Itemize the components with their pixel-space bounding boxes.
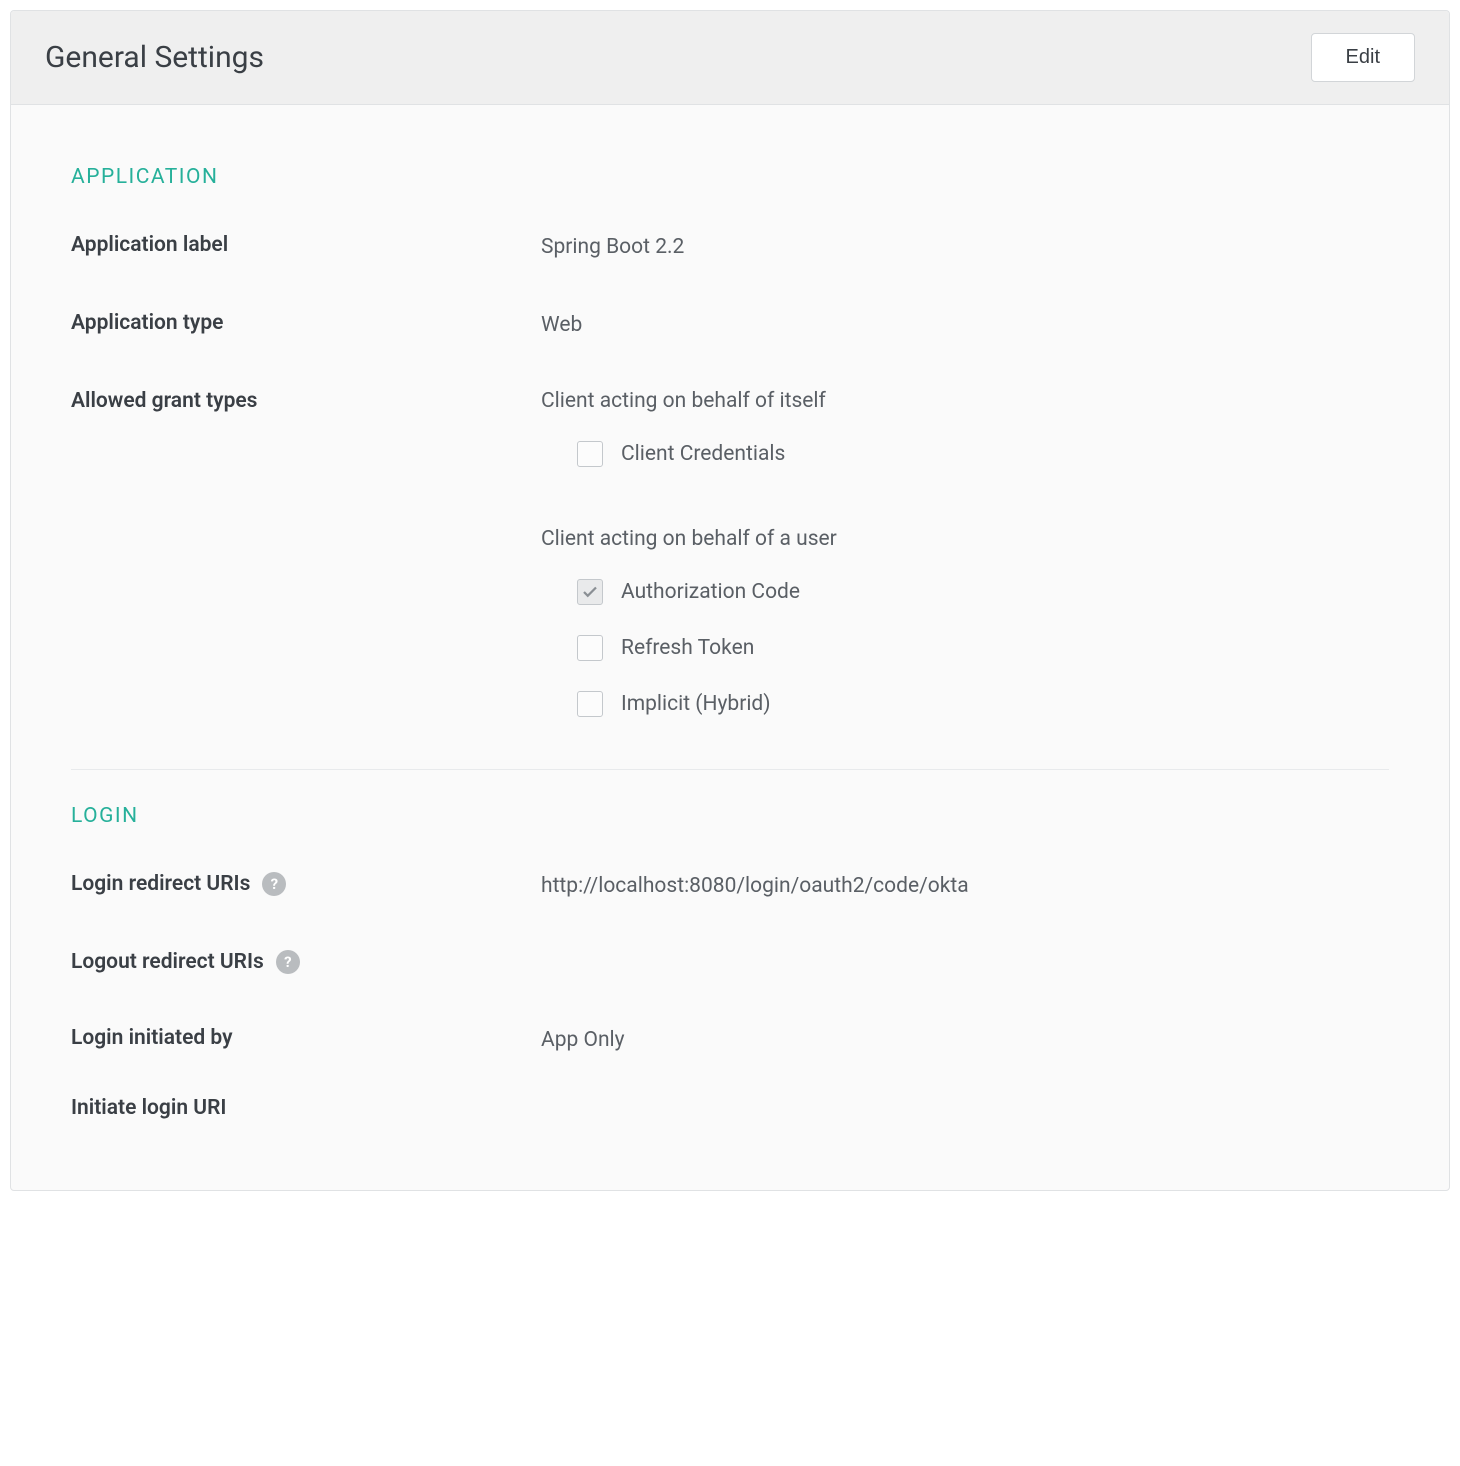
- field-label-login-redirect-uris: Login redirect URIs ?: [71, 872, 541, 896]
- checkbox-box-client-credentials[interactable]: [577, 441, 603, 467]
- field-label-text-logout-redirect-uris: Logout redirect URIs: [71, 950, 264, 974]
- section-heading-login: LOGIN: [71, 804, 1389, 828]
- checkbox-refresh-token[interactable]: Refresh Token: [577, 635, 1389, 661]
- field-login-redirect-uris: Login redirect URIs ? http://localhost:8…: [71, 872, 1389, 898]
- grant-types-section: Client acting on behalf of itself Client…: [541, 389, 1389, 717]
- field-label-login-initiated-by: Login initiated by: [71, 1026, 541, 1050]
- panel-body: APPLICATION Application label Spring Boo…: [11, 105, 1449, 1190]
- field-value-login-redirect-uris: http://localhost:8080/login/oauth2/code/…: [541, 872, 969, 898]
- field-label-allowed-grant-types: Allowed grant types: [71, 389, 541, 413]
- field-application-type: Application type Web: [71, 311, 1389, 337]
- edit-button[interactable]: Edit: [1311, 33, 1415, 82]
- checkbox-box-refresh-token[interactable]: [577, 635, 603, 661]
- field-label-logout-redirect-uris: Logout redirect URIs ?: [71, 950, 541, 974]
- question-mark-icon: ?: [271, 875, 278, 893]
- checkbox-label-refresh-token: Refresh Token: [621, 636, 754, 660]
- field-label-application-type: Application type: [71, 311, 541, 335]
- field-value-login-initiated-by: App Only: [541, 1026, 625, 1052]
- checkbox-implicit-hybrid[interactable]: Implicit (Hybrid): [577, 691, 1389, 717]
- section-heading-application: APPLICATION: [71, 165, 1389, 189]
- field-initiate-login-uri: Initiate login URI: [71, 1096, 1389, 1120]
- general-settings-panel: General Settings Edit APPLICATION Applic…: [10, 10, 1450, 1191]
- checkbox-box-implicit-hybrid[interactable]: [577, 691, 603, 717]
- checkbox-box-authorization-code[interactable]: [577, 579, 603, 605]
- field-value-application-label: Spring Boot 2.2: [541, 233, 684, 259]
- checkbox-label-authorization-code: Authorization Code: [621, 580, 800, 604]
- field-label-application-label: Application label: [71, 233, 541, 257]
- checkbox-label-implicit-hybrid: Implicit (Hybrid): [621, 692, 771, 716]
- help-icon[interactable]: ?: [262, 872, 286, 896]
- question-mark-icon: ?: [284, 953, 291, 971]
- grant-group-user-label: Client acting on behalf of a user: [541, 527, 1389, 551]
- panel-title: General Settings: [45, 40, 264, 75]
- checkbox-label-client-credentials: Client Credentials: [621, 442, 785, 466]
- field-login-initiated-by: Login initiated by App Only: [71, 1026, 1389, 1052]
- grant-group-self-label: Client acting on behalf of itself: [541, 389, 1389, 413]
- field-logout-redirect-uris: Logout redirect URIs ?: [71, 950, 1389, 974]
- field-label-text-login-redirect-uris: Login redirect URIs: [71, 872, 250, 896]
- check-icon: [581, 583, 599, 601]
- field-application-label: Application label Spring Boot 2.2: [71, 233, 1389, 259]
- section-divider: [71, 769, 1389, 770]
- field-label-initiate-login-uri: Initiate login URI: [71, 1096, 541, 1120]
- checkbox-authorization-code[interactable]: Authorization Code: [577, 579, 1389, 605]
- field-value-application-type: Web: [541, 311, 582, 337]
- help-icon[interactable]: ?: [276, 950, 300, 974]
- field-allowed-grant-types: Allowed grant types Client acting on beh…: [71, 389, 1389, 717]
- checkbox-client-credentials[interactable]: Client Credentials: [577, 441, 1389, 467]
- panel-header: General Settings Edit: [11, 11, 1449, 105]
